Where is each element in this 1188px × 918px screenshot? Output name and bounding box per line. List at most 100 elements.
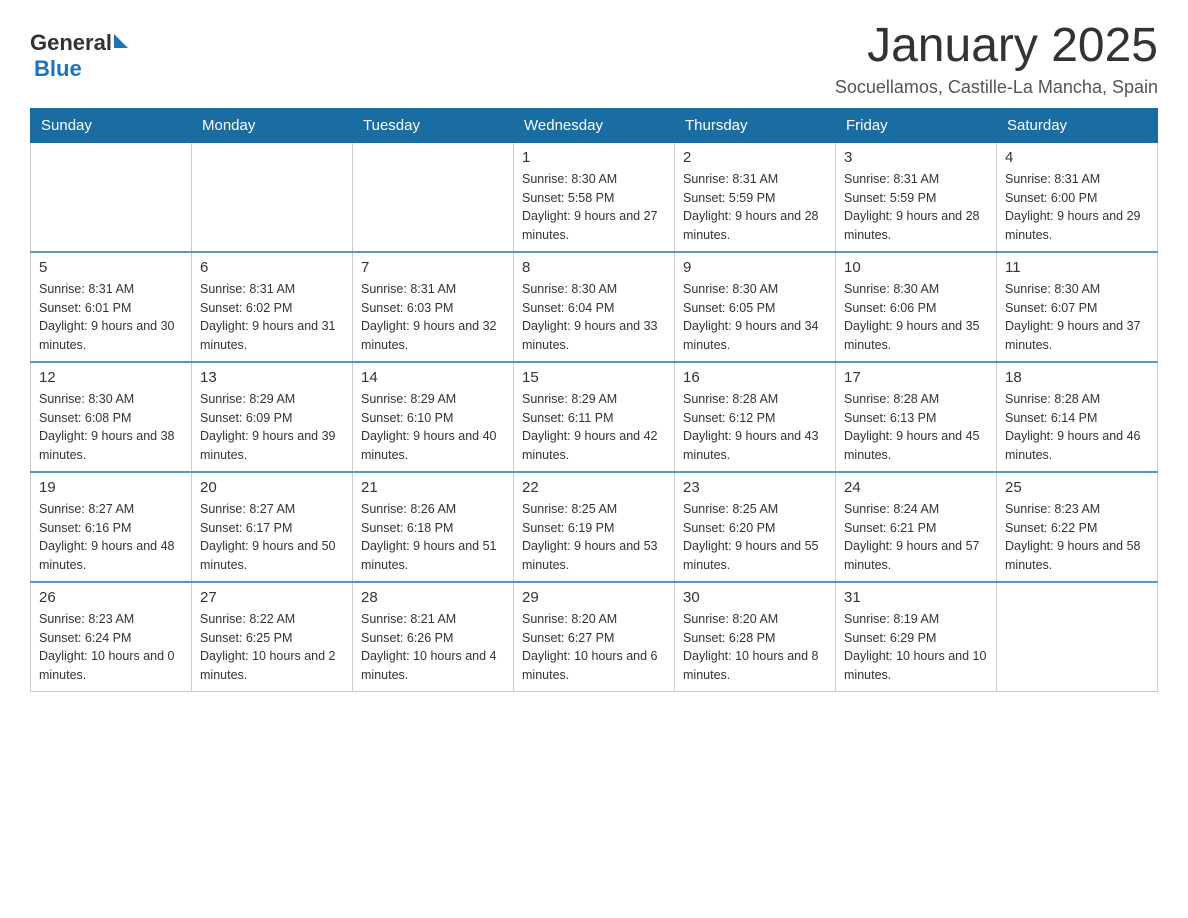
calendar-header-thursday: Thursday <box>675 108 836 142</box>
day-number: 10 <box>844 259 988 276</box>
day-info: Sunrise: 8:31 AMSunset: 5:59 PMDaylight:… <box>844 170 988 245</box>
day-info: Sunrise: 8:22 AMSunset: 6:25 PMDaylight:… <box>200 610 344 685</box>
day-info: Sunrise: 8:31 AMSunset: 6:02 PMDaylight:… <box>200 280 344 355</box>
day-info: Sunrise: 8:27 AMSunset: 6:16 PMDaylight:… <box>39 500 183 575</box>
day-info: Sunrise: 8:30 AMSunset: 6:05 PMDaylight:… <box>683 280 827 355</box>
calendar-cell: 9Sunrise: 8:30 AMSunset: 6:05 PMDaylight… <box>675 252 836 362</box>
day-info: Sunrise: 8:23 AMSunset: 6:22 PMDaylight:… <box>1005 500 1149 575</box>
calendar-cell: 12 Sunrise: 8:30 AMSunset: 6:08 PMDayligh… <box>31 362 192 472</box>
calendar-cell <box>997 582 1158 692</box>
day-number: 16 <box>683 369 827 386</box>
day-number: 5 <box>39 259 183 276</box>
day-number: 22 <box>522 479 666 496</box>
calendar-cell: 27 Sunrise: 8:22 AMSunset: 6:25 PMDayligh… <box>192 582 353 692</box>
calendar-header-row: SundayMondayTuesdayWednesdayThursdayFrid… <box>31 108 1158 142</box>
day-number: 30 <box>683 589 827 606</box>
calendar-header-sunday: Sunday <box>31 108 192 142</box>
day-number: 19 <box>39 479 183 496</box>
day-number: 28 <box>361 589 505 606</box>
calendar-cell: 29 Sunrise: 8:20 AMSunset: 6:27 PMDayligh… <box>514 582 675 692</box>
calendar-cell: 21 Sunrise: 8:26 AMSunset: 6:18 PMDayligh… <box>353 472 514 582</box>
day-number: 24 <box>844 479 988 496</box>
logo-blue-text: Blue <box>34 56 82 82</box>
day-info: Sunrise: 8:30 AMSunset: 6:08 PMDaylight:… <box>39 390 183 465</box>
day-info: Sunrise: 8:26 AMSunset: 6:18 PMDaylight:… <box>361 500 505 575</box>
calendar-cell: 23 Sunrise: 8:25 AMSunset: 6:20 PMDayligh… <box>675 472 836 582</box>
logo-general-text: General <box>30 30 112 56</box>
day-info: Sunrise: 8:28 AMSunset: 6:14 PMDaylight:… <box>1005 390 1149 465</box>
calendar-header-saturday: Saturday <box>997 108 1158 142</box>
calendar-cell: 13 Sunrise: 8:29 AMSunset: 6:09 PMDayligh… <box>192 362 353 472</box>
day-info: Sunrise: 8:27 AMSunset: 6:17 PMDaylight:… <box>200 500 344 575</box>
day-info: Sunrise: 8:25 AMSunset: 6:20 PMDaylight:… <box>683 500 827 575</box>
calendar-cell: 26Sunrise: 8:23 AMSunset: 6:24 PMDayligh… <box>31 582 192 692</box>
calendar-cell: 20 Sunrise: 8:27 AMSunset: 6:17 PMDayligh… <box>192 472 353 582</box>
calendar-week-row: 12 Sunrise: 8:30 AMSunset: 6:08 PMDayligh… <box>31 362 1158 472</box>
day-number: 17 <box>844 369 988 386</box>
calendar-cell: 7 Sunrise: 8:31 AMSunset: 6:03 PMDaylight… <box>353 252 514 362</box>
calendar-cell: 25 Sunrise: 8:23 AMSunset: 6:22 PMDayligh… <box>997 472 1158 582</box>
calendar-cell: 3 Sunrise: 8:31 AMSunset: 5:59 PMDaylight… <box>836 142 997 252</box>
day-info: Sunrise: 8:31 AMSunset: 6:00 PMDaylight:… <box>1005 170 1149 245</box>
day-info: Sunrise: 8:20 AMSunset: 6:27 PMDaylight:… <box>522 610 666 685</box>
calendar-cell: 17 Sunrise: 8:28 AMSunset: 6:13 PMDayligh… <box>836 362 997 472</box>
calendar-cell <box>353 142 514 252</box>
day-info: Sunrise: 8:30 AMSunset: 5:58 PMDaylight:… <box>522 170 666 245</box>
day-number: 23 <box>683 479 827 496</box>
day-number: 7 <box>361 259 505 276</box>
calendar-cell: 22 Sunrise: 8:25 AMSunset: 6:19 PMDayligh… <box>514 472 675 582</box>
day-number: 29 <box>522 589 666 606</box>
day-number: 6 <box>200 259 344 276</box>
calendar-cell: 16 Sunrise: 8:28 AMSunset: 6:12 PMDayligh… <box>675 362 836 472</box>
calendar-cell: 2Sunrise: 8:31 AMSunset: 5:59 PMDaylight… <box>675 142 836 252</box>
day-number: 18 <box>1005 369 1149 386</box>
calendar-subtitle: Socuellamos, Castille-La Mancha, Spain <box>835 77 1158 98</box>
calendar-cell <box>31 142 192 252</box>
calendar-week-row: 1Sunrise: 8:30 AMSunset: 5:58 PMDaylight… <box>31 142 1158 252</box>
day-number: 4 <box>1005 149 1149 166</box>
day-number: 26 <box>39 589 183 606</box>
day-number: 14 <box>361 369 505 386</box>
day-info: Sunrise: 8:28 AMSunset: 6:12 PMDaylight:… <box>683 390 827 465</box>
day-info: Sunrise: 8:30 AMSunset: 6:06 PMDaylight:… <box>844 280 988 355</box>
day-info: Sunrise: 8:31 AMSunset: 6:03 PMDaylight:… <box>361 280 505 355</box>
calendar-cell <box>192 142 353 252</box>
day-info: Sunrise: 8:31 AMSunset: 6:01 PMDaylight:… <box>39 280 183 355</box>
calendar-header-monday: Monday <box>192 108 353 142</box>
day-number: 15 <box>522 369 666 386</box>
day-number: 27 <box>200 589 344 606</box>
calendar-header-wednesday: Wednesday <box>514 108 675 142</box>
calendar-cell: 19 Sunrise: 8:27 AMSunset: 6:16 PMDayligh… <box>31 472 192 582</box>
day-info: Sunrise: 8:29 AMSunset: 6:10 PMDaylight:… <box>361 390 505 465</box>
day-number: 21 <box>361 479 505 496</box>
calendar-title: January 2025 <box>835 20 1158 73</box>
day-info: Sunrise: 8:29 AMSunset: 6:09 PMDaylight:… <box>200 390 344 465</box>
calendar-week-row: 26Sunrise: 8:23 AMSunset: 6:24 PMDayligh… <box>31 582 1158 692</box>
calendar-cell: 1Sunrise: 8:30 AMSunset: 5:58 PMDaylight… <box>514 142 675 252</box>
header: General Blue January 2025 Socuellamos, C… <box>30 20 1158 98</box>
day-info: Sunrise: 8:25 AMSunset: 6:19 PMDaylight:… <box>522 500 666 575</box>
calendar-cell: 31Sunrise: 8:19 AMSunset: 6:29 PMDayligh… <box>836 582 997 692</box>
calendar-cell: 24 Sunrise: 8:24 AMSunset: 6:21 PMDayligh… <box>836 472 997 582</box>
day-number: 12 <box>39 369 183 386</box>
logo: General Blue <box>30 30 128 82</box>
calendar-cell: 30Sunrise: 8:20 AMSunset: 6:28 PMDayligh… <box>675 582 836 692</box>
day-info: Sunrise: 8:24 AMSunset: 6:21 PMDaylight:… <box>844 500 988 575</box>
day-info: Sunrise: 8:30 AMSunset: 6:04 PMDaylight:… <box>522 280 666 355</box>
logo-triangle-icon <box>114 34 128 48</box>
calendar-cell: 4 Sunrise: 8:31 AMSunset: 6:00 PMDaylight… <box>997 142 1158 252</box>
day-info: Sunrise: 8:29 AMSunset: 6:11 PMDaylight:… <box>522 390 666 465</box>
day-info: Sunrise: 8:28 AMSunset: 6:13 PMDaylight:… <box>844 390 988 465</box>
day-number: 31 <box>844 589 988 606</box>
day-number: 13 <box>200 369 344 386</box>
calendar-cell: 11Sunrise: 8:30 AMSunset: 6:07 PMDayligh… <box>997 252 1158 362</box>
day-info: Sunrise: 8:31 AMSunset: 5:59 PMDaylight:… <box>683 170 827 245</box>
calendar-cell: 15 Sunrise: 8:29 AMSunset: 6:11 PMDayligh… <box>514 362 675 472</box>
calendar-cell: 14 Sunrise: 8:29 AMSunset: 6:10 PMDayligh… <box>353 362 514 472</box>
day-number: 20 <box>200 479 344 496</box>
day-number: 25 <box>1005 479 1149 496</box>
calendar-week-row: 5 Sunrise: 8:31 AMSunset: 6:01 PMDaylight… <box>31 252 1158 362</box>
day-number: 3 <box>844 149 988 166</box>
calendar-cell: 6 Sunrise: 8:31 AMSunset: 6:02 PMDaylight… <box>192 252 353 362</box>
calendar-header-tuesday: Tuesday <box>353 108 514 142</box>
